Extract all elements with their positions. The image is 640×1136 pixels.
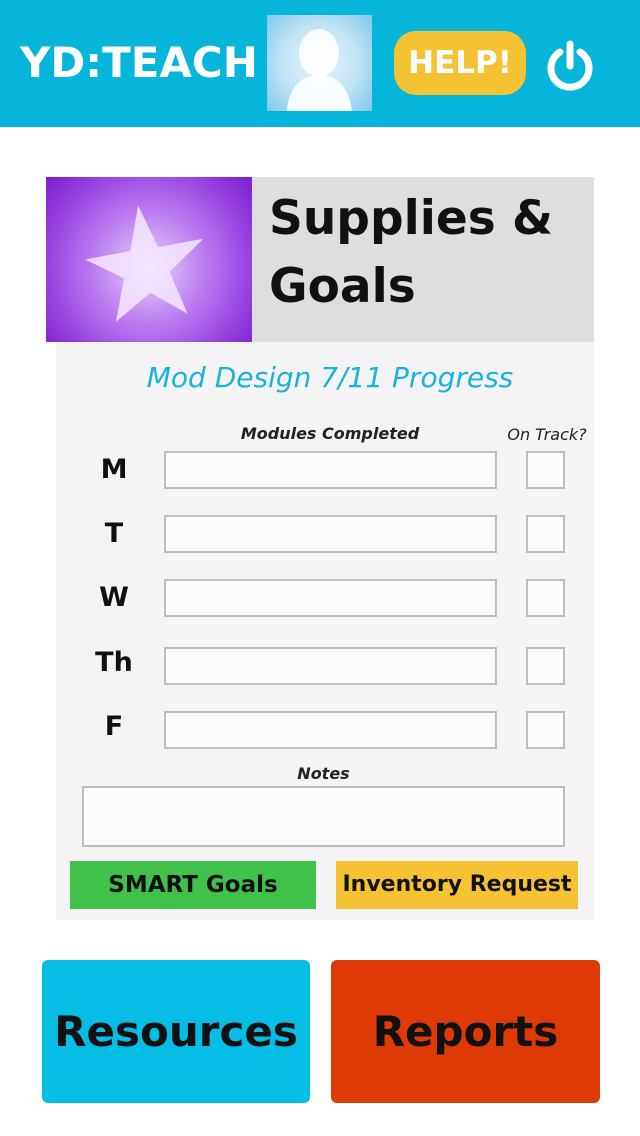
power-button[interactable] <box>544 40 596 92</box>
user-avatar[interactable] <box>267 15 372 111</box>
section-banner: Supplies & Goals <box>46 177 594 342</box>
day-label-f: F <box>104 711 124 742</box>
modules-input-th[interactable] <box>164 647 497 685</box>
resources-button[interactable]: Resources <box>42 960 310 1103</box>
app-logo: YD:TEACH <box>20 38 258 87</box>
reports-button[interactable]: Reports <box>331 960 600 1103</box>
modules-input-w[interactable] <box>164 579 497 617</box>
day-label-w: W <box>99 582 129 613</box>
modules-input-m[interactable] <box>164 451 497 489</box>
on-track-checkbox-w[interactable] <box>526 579 565 617</box>
smart-goals-button[interactable]: SMART Goals <box>70 861 316 909</box>
modules-input-t[interactable] <box>164 515 497 553</box>
notes-label: Notes <box>297 764 350 783</box>
modules-completed-header: Modules Completed <box>240 424 420 443</box>
on-track-checkbox-f[interactable] <box>526 711 565 749</box>
modules-input-f[interactable] <box>164 711 497 749</box>
help-button[interactable]: HELP! <box>394 31 526 95</box>
banner-image <box>46 177 252 342</box>
progress-title: Mod Design 7/11 Progress <box>146 361 514 394</box>
day-label-m: M <box>100 454 128 485</box>
app-header: YD:TEACH HELP! <box>0 0 640 127</box>
on-track-checkbox-m[interactable] <box>526 451 565 489</box>
page-title: Supplies & Goals <box>269 191 554 314</box>
day-label-t: T <box>104 518 124 549</box>
on-track-checkbox-t[interactable] <box>526 515 565 553</box>
on-track-checkbox-th[interactable] <box>526 647 565 685</box>
star-icon <box>85 205 204 322</box>
power-icon <box>547 40 593 91</box>
on-track-header: On Track? <box>507 425 587 444</box>
day-label-th: Th <box>95 647 133 678</box>
notes-field[interactable] <box>82 786 565 847</box>
user-silhouette-icon <box>287 29 352 111</box>
inventory-request-button[interactable]: Inventory Request <box>336 861 578 909</box>
